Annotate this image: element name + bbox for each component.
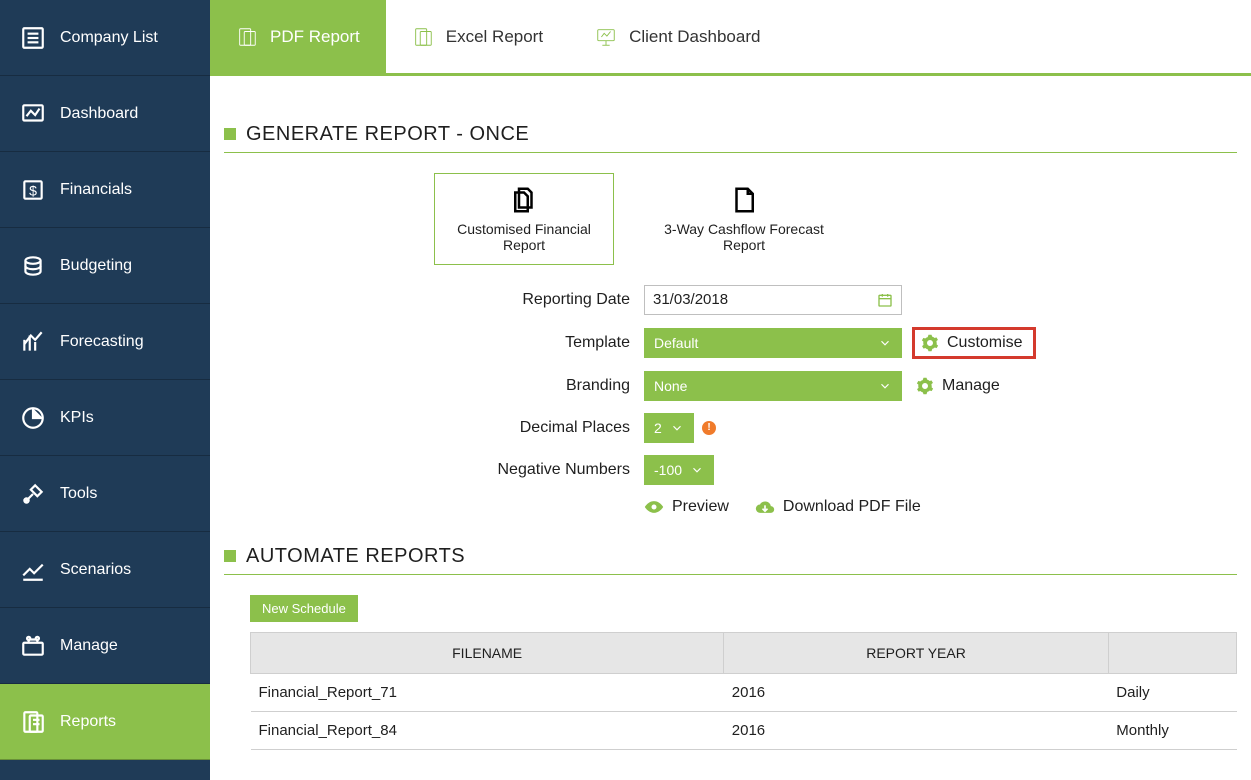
chevron-down-icon (878, 379, 892, 393)
sidebar-item-tools[interactable]: Tools (0, 456, 210, 532)
label-decimal: Decimal Places (224, 419, 644, 437)
report-type-cashflow[interactable]: 3-Way Cashflow Forecast Report (654, 173, 834, 265)
label-template: Template (224, 334, 644, 352)
negative-select[interactable]: -100 (644, 455, 714, 485)
sidebar-item-manage[interactable]: Manage (0, 608, 210, 684)
col-year: REPORT YEAR (724, 632, 1109, 673)
decimal-select[interactable]: 2 (644, 413, 694, 443)
report-type-label: Customised Financial Report (435, 221, 613, 253)
col-filename: FILENAME (251, 632, 724, 673)
sidebar-item-label: Manage (60, 637, 118, 655)
list-icon (20, 25, 46, 51)
report-tabs: PDF Report Excel Report Client Dashboard (210, 0, 1251, 76)
svg-text:$: $ (29, 182, 37, 198)
info-icon[interactable]: ! (702, 421, 716, 435)
chevron-down-icon (690, 463, 704, 477)
main-area: PDF Report Excel Report Client Dashboard… (210, 0, 1251, 780)
label-negative: Negative Numbers (224, 461, 644, 479)
customise-button[interactable]: Customise (912, 327, 1036, 359)
sidebar-item-budgeting[interactable]: Budgeting (0, 228, 210, 304)
pie-icon (20, 405, 46, 431)
eye-icon (644, 497, 664, 517)
preview-label: Preview (672, 498, 729, 516)
cloud-download-icon (755, 497, 775, 517)
dollar-icon: $ (20, 177, 46, 203)
document-icon (729, 185, 759, 215)
tab-label: Excel Report (446, 27, 543, 47)
sidebar-item-forecasting[interactable]: Forecasting (0, 304, 210, 380)
label-branding: Branding (224, 377, 644, 395)
decimal-value: 2 (654, 420, 662, 436)
schedules-table: FILENAME REPORT YEAR Financial_Report_71… (250, 632, 1237, 750)
template-select[interactable]: Default (644, 328, 902, 358)
report-type-custom[interactable]: Customised Financial Report (434, 173, 614, 265)
sidebar-item-label: KPIs (60, 409, 94, 427)
graph-icon (20, 557, 46, 583)
sidebar-item-scenarios[interactable]: Scenarios (0, 532, 210, 608)
sidebar-item-label: Forecasting (60, 333, 144, 351)
pdf-icon (236, 26, 258, 48)
reporting-date-input[interactable]: 31/03/2018 (644, 285, 902, 315)
col-freq (1108, 632, 1236, 673)
sidebar-item-financials[interactable]: $ Financials (0, 152, 210, 228)
sidebar-item-label: Dashboard (60, 105, 138, 123)
money-stack-icon (20, 253, 46, 279)
sidebar-item-label: Budgeting (60, 257, 132, 275)
sidebar-item-label: Scenarios (60, 561, 131, 579)
download-button[interactable]: Download PDF File (755, 497, 921, 517)
documents-icon (509, 185, 539, 215)
cell-filename: Financial_Report_84 (251, 711, 724, 749)
trend-icon (20, 329, 46, 355)
gear-icon (916, 377, 934, 395)
sidebar: Company List Dashboard $ Financials Budg… (0, 0, 210, 780)
tools-icon (20, 481, 46, 507)
sidebar-item-kpis[interactable]: KPIs (0, 380, 210, 456)
tab-label: PDF Report (270, 27, 360, 47)
download-label: Download PDF File (783, 498, 921, 516)
sidebar-item-label: Reports (60, 713, 116, 731)
sidebar-item-reports[interactable]: Reports (0, 684, 210, 760)
sidebar-item-label: Company List (60, 29, 158, 47)
chevron-down-icon (670, 421, 684, 435)
section-title-generate: GENERATE REPORT - ONCE (224, 123, 1237, 153)
new-schedule-button[interactable]: New Schedule (250, 595, 358, 622)
chevron-down-icon (878, 336, 892, 350)
sidebar-item-dashboard[interactable]: Dashboard (0, 76, 210, 152)
cell-year: 2016 (724, 673, 1109, 711)
cell-freq: Monthly (1108, 711, 1236, 749)
chart-line-icon (20, 101, 46, 127)
reports-icon (20, 709, 46, 735)
reporting-date-value: 31/03/2018 (653, 291, 728, 308)
sidebar-item-label: Financials (60, 181, 132, 199)
gear-icon (921, 334, 939, 352)
excel-icon (412, 26, 434, 48)
tab-excel-report[interactable]: Excel Report (386, 0, 569, 73)
table-row[interactable]: Financial_Report_71 2016 Daily (251, 673, 1237, 711)
cell-freq: Daily (1108, 673, 1236, 711)
cell-filename: Financial_Report_71 (251, 673, 724, 711)
preview-button[interactable]: Preview (644, 497, 729, 517)
toolbox-icon (20, 633, 46, 659)
cell-year: 2016 (724, 711, 1109, 749)
sidebar-item-label: Tools (60, 485, 97, 503)
tab-pdf-report[interactable]: PDF Report (210, 0, 386, 73)
branding-value: None (654, 378, 687, 394)
manage-label: Manage (942, 377, 1000, 395)
table-row[interactable]: Financial_Report_84 2016 Monthly (251, 711, 1237, 749)
calendar-icon (877, 292, 893, 308)
tab-client-dashboard[interactable]: Client Dashboard (569, 0, 786, 73)
negative-value: -100 (654, 462, 682, 478)
manage-branding-button[interactable]: Manage (916, 377, 1000, 395)
sidebar-item-company-list[interactable]: Company List (0, 0, 210, 76)
tab-label: Client Dashboard (629, 27, 760, 47)
label-reporting-date: Reporting Date (224, 291, 644, 309)
branding-select[interactable]: None (644, 371, 902, 401)
customise-label: Customise (947, 334, 1023, 352)
report-type-label: 3-Way Cashflow Forecast Report (654, 221, 834, 253)
section-title-automate: AUTOMATE REPORTS (224, 545, 1237, 575)
template-value: Default (654, 335, 698, 351)
presentation-icon (595, 26, 617, 48)
